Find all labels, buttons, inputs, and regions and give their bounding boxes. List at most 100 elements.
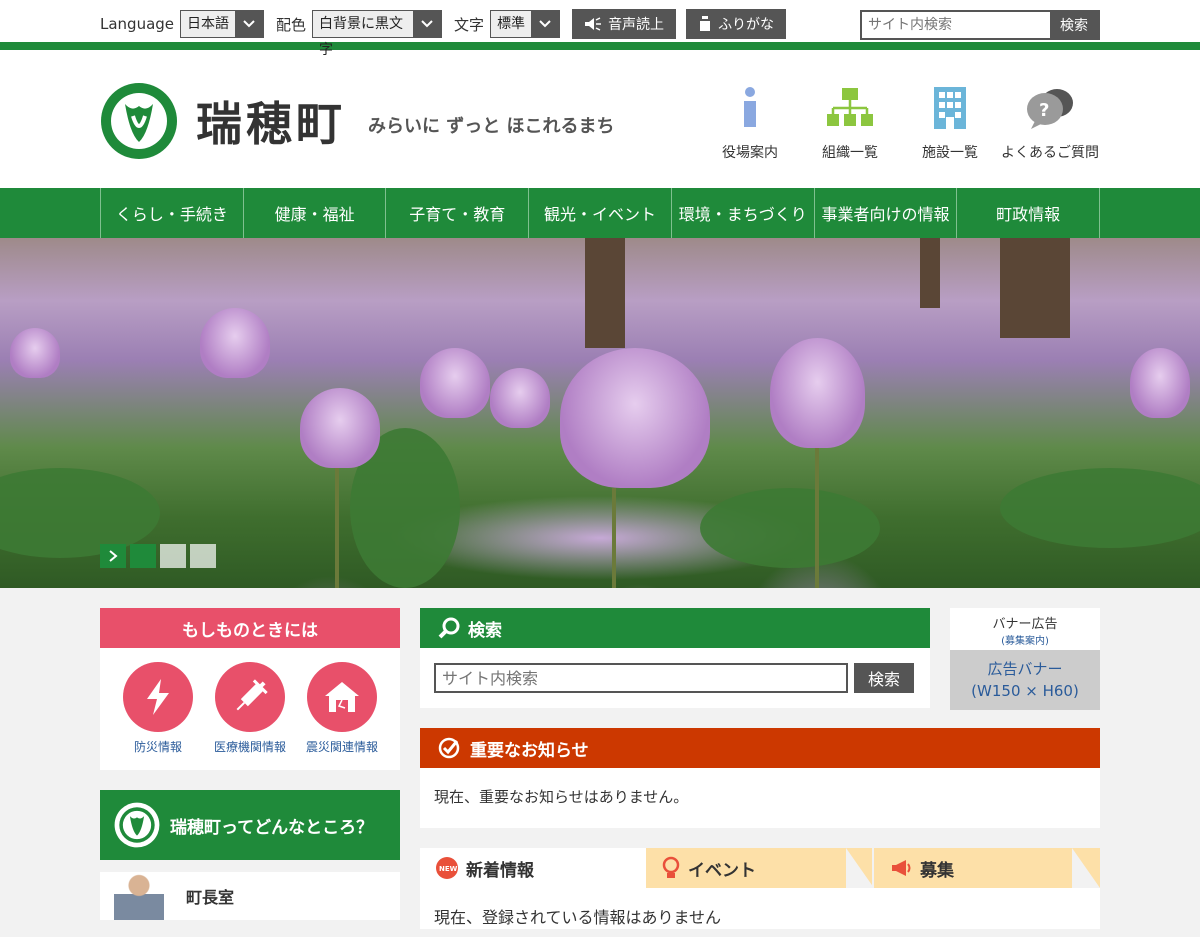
emergency-item-label: 防災情報 <box>133 740 182 754</box>
banner-ad-title: バナー広告 <box>992 617 1058 632</box>
check-circle-icon <box>438 737 460 759</box>
quick-link-label: よくあるご質問 <box>1001 145 1099 161</box>
global-nav: くらし・手続き 健康・福祉 子育て・教育 観光・イベント 環境・まちづくり 事業… <box>0 188 1200 238</box>
hero-slideshow <box>0 238 1200 588</box>
play-icon[interactable] <box>100 544 126 568</box>
language-value: 日本語 <box>187 16 230 32</box>
syringe-icon <box>215 662 285 732</box>
quick-links: 役場案内 組織一覧 施設一覧 ? よくあるご質問 <box>700 80 1100 162</box>
notice-and-news: 重要なお知らせ 現在、重要なお知らせはありません。 NEW 新着情報 イベント … <box>420 728 1100 929</box>
search-panel-title: 検索 <box>468 620 502 641</box>
text-size-label: 文字 <box>454 15 485 34</box>
slide-dot-1[interactable] <box>130 544 156 568</box>
flower-stem <box>335 458 339 588</box>
town-emblem-icon <box>114 802 160 848</box>
color-scheme-value: 白背景に黒文字 <box>319 16 404 58</box>
tree-trunk <box>585 238 625 348</box>
banner-ad-label: バナー広告 (募集案内) <box>950 608 1100 650</box>
info-icon <box>700 80 800 136</box>
notice-title: 重要なお知らせ <box>470 740 589 761</box>
lightbulb-icon <box>662 856 680 878</box>
ad-banner-line2: (W150 × H60) <box>971 682 1079 700</box>
speaker-icon <box>585 17 602 31</box>
about-town-label: 瑞穂町ってどんなところ？ <box>170 817 374 838</box>
mayor-office-link[interactable]: 町長室 <box>100 872 400 920</box>
quick-link-label: 施設一覧 <box>922 145 978 161</box>
furigana-button[interactable]: ふりがな <box>686 9 787 39</box>
nav-item-administration[interactable]: 町政情報 <box>957 188 1101 238</box>
furigana-label: ふりがな <box>718 17 775 33</box>
leaf <box>700 488 880 568</box>
quick-link-office-guide[interactable]: 役場案内 <box>700 80 800 162</box>
tab-divider <box>1072 848 1100 888</box>
nav-item-living[interactable]: くらし・手続き <box>101 188 244 238</box>
new-badge-icon: NEW <box>436 857 458 879</box>
slide-dot-3[interactable] <box>190 544 216 568</box>
emergency-panel: 防災情報 医療機関情報 震災関連情報 <box>100 648 400 770</box>
slideshow-controls <box>100 544 220 568</box>
emergency-earthquake-link[interactable]: 震災関連情報 <box>299 662 385 770</box>
emergency-disaster-link[interactable]: 防災情報 <box>115 662 201 770</box>
tab-news[interactable]: NEW 新着情報 <box>420 848 646 888</box>
quick-link-label: 組織一覧 <box>822 145 878 161</box>
faq-icon: ? <box>1000 80 1100 136</box>
tab-event[interactable]: イベント <box>646 848 872 888</box>
town-name[interactable]: 瑞穂町 <box>196 88 346 154</box>
nav-item-tourism[interactable]: 観光・イベント <box>529 188 672 238</box>
language-label: Language <box>100 15 175 33</box>
quick-link-label: 役場案内 <box>722 145 778 161</box>
about-town-link[interactable]: 瑞穂町ってどんなところ？ <box>100 790 400 860</box>
flower <box>1130 348 1190 418</box>
ad-column: バナー広告 (募集案内) 広告バナー (W150 × H60) <box>950 608 1100 710</box>
emergency-medical-link[interactable]: 医療機関情報 <box>207 662 293 770</box>
site-header: 瑞穂町 みらいに ずっと ほこれるまち 役場案内 組織一覧 施設一覧 ? よくあ… <box>0 50 1200 188</box>
nav-item-business[interactable]: 事業者向けの情報 <box>815 188 958 238</box>
tab-recruit[interactable]: 募集 <box>874 848 1100 888</box>
chevron-down-icon <box>413 11 442 37</box>
chevron-down-icon <box>235 11 264 37</box>
search-panel-header: 検索 <box>420 608 930 648</box>
slide-dot-2[interactable] <box>160 544 186 568</box>
furigana-icon <box>700 16 711 31</box>
text-size-value: 標準 <box>497 16 526 32</box>
quick-link-organization[interactable]: 組織一覧 <box>800 80 900 162</box>
search-button[interactable]: 検索 <box>854 663 914 693</box>
search-icon <box>438 617 460 639</box>
leaf <box>1000 468 1200 548</box>
notice-body: 現在、重要なお知らせはありません。 <box>420 768 1100 828</box>
lightning-icon <box>123 662 193 732</box>
house-icon <box>307 662 377 732</box>
tab-label: 新着情報 <box>466 860 534 881</box>
quick-link-faq[interactable]: ? よくあるご質問 <box>1000 80 1100 162</box>
banner-ad-recruit-link[interactable]: (募集案内) <box>950 632 1100 647</box>
utility-bar: Language 日本語 配色 白背景に黒文字 文字 標準 音声読上 ふりがな … <box>0 0 1200 58</box>
nav-item-environment[interactable]: 環境・まちづくり <box>672 188 815 238</box>
top-search-button[interactable]: 検索 <box>1050 12 1098 38</box>
mayor-office-label: 町長室 <box>186 888 235 907</box>
quick-link-facilities[interactable]: 施設一覧 <box>900 80 1000 162</box>
nav-item-childcare[interactable]: 子育て・教育 <box>386 188 530 238</box>
mayor-photo <box>114 872 164 920</box>
news-tabs: NEW 新着情報 イベント 募集 <box>420 848 1100 888</box>
building-icon <box>900 80 1000 136</box>
nav-item-health[interactable]: 健康・福祉 <box>244 188 387 238</box>
flower <box>10 328 60 378</box>
read-aloud-label: 音声読上 <box>608 17 665 33</box>
town-tagline: みらいに ずっと ほこれるまち <box>368 116 615 137</box>
org-chart-icon <box>800 80 900 136</box>
color-label: 配色 <box>276 15 307 34</box>
text-size-select[interactable]: 標準 <box>490 10 561 38</box>
color-scheme-select[interactable]: 白背景に黒文字 <box>312 10 443 58</box>
flower-stem <box>815 448 819 588</box>
search-input[interactable] <box>434 663 848 693</box>
ad-banner[interactable]: 広告バナー (W150 × H60) <box>950 650 1100 710</box>
top-search-input[interactable] <box>862 12 1050 38</box>
town-emblem-icon[interactable] <box>100 82 178 160</box>
flower-stem <box>612 488 616 588</box>
flower <box>490 368 550 428</box>
language-select[interactable]: 日本語 <box>180 10 265 38</box>
search-form: 検索 <box>420 648 930 708</box>
read-aloud-button[interactable]: 音声読上 <box>572 9 677 39</box>
tab-label: 募集 <box>920 860 954 881</box>
search-panel: 検索 検索 <box>420 608 930 708</box>
